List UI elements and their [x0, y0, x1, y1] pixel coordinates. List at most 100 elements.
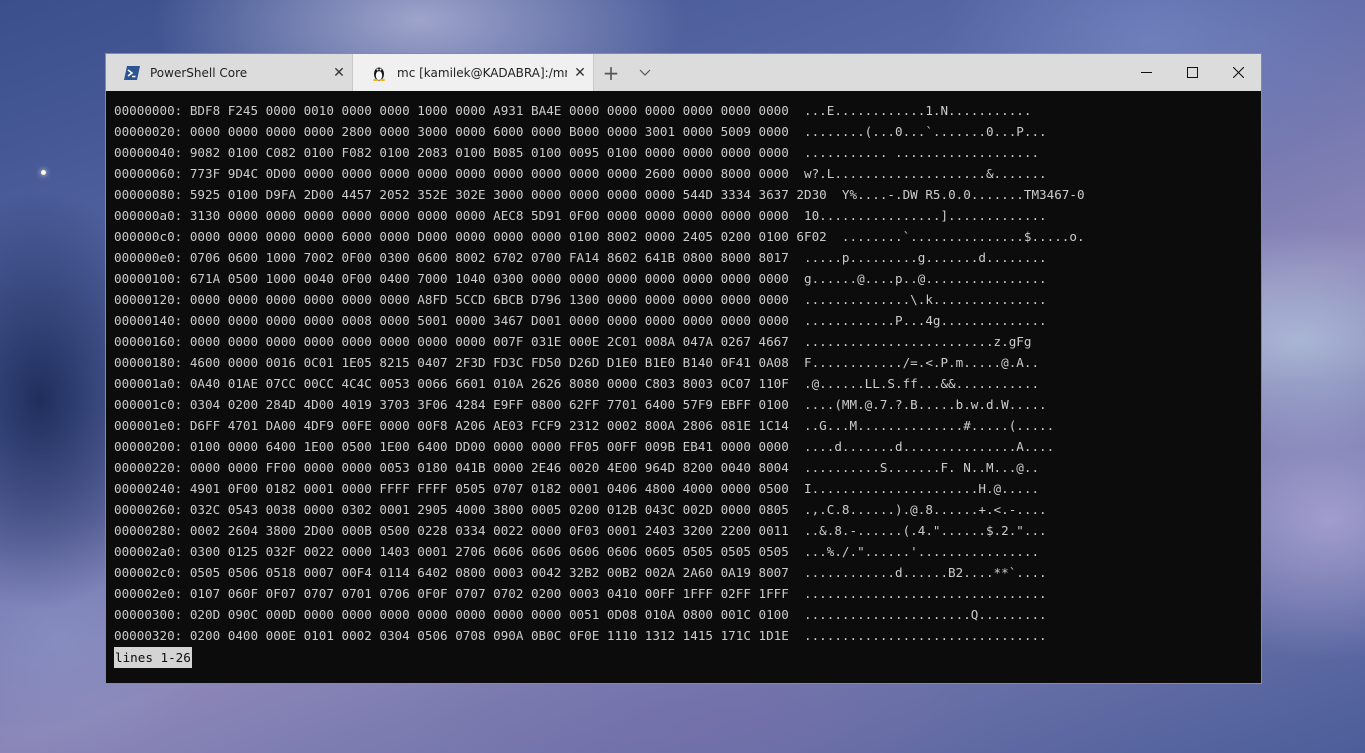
hex-offset: 00000000: [114, 103, 183, 118]
hexdump-line: 00000100: 671A 0500 1000 0040 0F00 0400 … [114, 268, 1257, 289]
hex-bytes: 0706 0600 1000 7002 0F00 0300 0600 8002 … [189, 250, 789, 265]
hex-offset: 00000180: [114, 355, 183, 370]
hex-bytes: 0000 0000 0000 0000 0008 0000 5001 0000 … [189, 313, 789, 328]
hex-ascii: g......@....p..@................ [804, 271, 1047, 286]
hexdump-line: 00000160: 0000 0000 0000 0000 0000 0000 … [114, 331, 1257, 352]
hexdump-line: 00000000: BDF8 F245 0000 0010 0000 0000 … [114, 100, 1257, 121]
hex-bytes: 0000 0000 0000 0000 6000 0000 D000 0000 … [189, 229, 827, 244]
hexdump-line: 000001a0: 0A40 01AE 07CC 00CC 4C4C 0053 … [114, 373, 1257, 394]
hex-ascii: .........................z.gFg [804, 334, 1032, 349]
hexdump-line: 00000200: 0100 0000 6400 1E00 0500 1E00 … [114, 436, 1257, 457]
hex-offset: 000002a0: [114, 544, 183, 559]
hex-ascii: ...E............1.N........... [804, 103, 1032, 118]
hexdump-line: 00000180: 4600 0000 0016 0C01 1E05 8215 … [114, 352, 1257, 373]
hex-ascii: Y%....-.DW R5.0.0.......TM3467-0 [841, 187, 1085, 202]
star-decoration [41, 170, 46, 175]
hex-ascii: ............P...4g.............. [804, 313, 1047, 328]
hex-ascii: ....d.......d...............A.... [804, 439, 1055, 454]
hex-offset: 00000040: [114, 145, 183, 160]
hexdump-line: 00000140: 0000 0000 0000 0000 0008 0000 … [114, 310, 1257, 331]
hex-ascii: ..G...M..............#.....(..... [804, 418, 1055, 433]
hexdump-line: 00000220: 0000 0000 FF00 0000 0000 0053 … [114, 457, 1257, 478]
hex-offset: 00000320: [114, 628, 183, 643]
hex-offset: 00000160: [114, 334, 183, 349]
minimize-icon[interactable] [1123, 54, 1169, 91]
hex-ascii: I......................H.@..... [804, 481, 1040, 496]
hexdump-line: 00000120: 0000 0000 0000 0000 0000 0000 … [114, 289, 1257, 310]
hex-offset: 00000100: [114, 271, 183, 286]
hex-bytes: 0304 0200 284D 4D00 4019 3703 3F06 4284 … [189, 397, 789, 412]
hexdump-line: 000001c0: 0304 0200 284D 4D00 4019 3703 … [114, 394, 1257, 415]
hex-bytes: 5925 0100 D9FA 2D00 4457 2052 352E 302E … [189, 187, 827, 202]
hex-offset: 00000300: [114, 607, 183, 622]
tab-label: mc [kamilek@KADABRA]:/mnt/c [397, 65, 567, 80]
hex-offset: 00000240: [114, 481, 183, 496]
powershell-icon [124, 65, 140, 81]
hex-bytes: 0A40 01AE 07CC 00CC 4C4C 0053 0066 6601 … [189, 376, 789, 391]
hexdump-line: 000001e0: D6FF 4701 DA00 4DF9 00FE 0000 … [114, 415, 1257, 436]
maximize-icon[interactable] [1169, 54, 1215, 91]
close-tab-icon[interactable]: ✕ [326, 65, 352, 81]
new-tab-button[interactable]: + [594, 54, 628, 91]
hex-bytes: 0000 0000 0000 0000 0000 0000 A8FD 5CCD … [189, 292, 789, 307]
hex-offset: 000001a0: [114, 376, 183, 391]
hex-ascii: ..........S.......F. N..M...@.. [804, 460, 1040, 475]
titlebar: PowerShell Core ✕ mc [kamilek@KADABRA]:/… [106, 54, 1261, 91]
hex-bytes: BDF8 F245 0000 0010 0000 0000 1000 0000 … [189, 103, 789, 118]
hexdump-line: 00000300: 020D 090C 000D 0000 0000 0000 … [114, 604, 1257, 625]
hex-offset: 00000260: [114, 502, 183, 517]
hex-offset: 000002e0: [114, 586, 183, 601]
hex-offset: 00000200: [114, 439, 183, 454]
hex-ascii: ....(MM.@.7.?.B.....b.w.d.W..... [804, 397, 1047, 412]
hexdump-line: 00000020: 0000 0000 0000 0000 2800 0000 … [114, 121, 1257, 142]
hex-bytes: 0000 0000 0000 0000 0000 0000 0000 0000 … [189, 334, 789, 349]
hex-bytes: 3130 0000 0000 0000 0000 0000 0000 0000 … [189, 208, 789, 223]
close-icon[interactable] [1215, 54, 1261, 91]
hex-ascii: ..&.8.-......(.4."......$.2."... [804, 523, 1047, 538]
hex-offset: 00000120: [114, 292, 183, 307]
hex-bytes: 0100 0000 6400 1E00 0500 1E00 6400 DD00 … [189, 439, 789, 454]
hexdump-line: 000000c0: 0000 0000 0000 0000 6000 0000 … [114, 226, 1257, 247]
hex-ascii: w?.L....................&....... [804, 166, 1047, 181]
hex-bytes: 0300 0125 032F 0022 0000 1403 0001 2706 … [189, 544, 789, 559]
terminal-output[interactable]: 00000000: BDF8 F245 0000 0010 0000 0000 … [114, 100, 1257, 683]
hexdump-line: 00000040: 9082 0100 C082 0100 F082 0100 … [114, 142, 1257, 163]
tab-powershell[interactable]: PowerShell Core ✕ [106, 54, 352, 91]
hex-offset: 00000060: [114, 166, 183, 181]
hexdump-line: 000002c0: 0505 0506 0518 0007 00F4 0114 … [114, 562, 1257, 583]
hex-ascii: 10................]............. [804, 208, 1047, 223]
tab-mc[interactable]: mc [kamilek@KADABRA]:/mnt/c ✕ [352, 54, 594, 91]
tab-label: PowerShell Core [150, 65, 248, 80]
close-tab-icon[interactable]: ✕ [567, 65, 593, 81]
hexdump-line: 00000280: 0002 2604 3800 2D00 000B 0500 … [114, 520, 1257, 541]
hex-ascii: ..............\.k............... [804, 292, 1047, 307]
hex-offset: 000000a0: [114, 208, 183, 223]
hex-bytes: 032C 0543 0038 0000 0302 0001 2905 4000 … [189, 502, 789, 517]
pager-status: lines 1-26 [114, 647, 192, 668]
hex-offset: 000000e0: [114, 250, 183, 265]
hex-bytes: 671A 0500 1000 0040 0F00 0400 7000 1040 … [189, 271, 789, 286]
hex-bytes: 9082 0100 C082 0100 F082 0100 2083 0100 … [189, 145, 789, 160]
hex-offset: 000002c0: [114, 565, 183, 580]
hex-ascii: .,.C.8......).@.8......+.<.-.... [804, 502, 1047, 517]
hex-bytes: 0200 0400 000E 0101 0002 0304 0506 0708 … [189, 628, 789, 643]
hex-ascii: ........(...0...`.......0...P... [804, 124, 1047, 139]
hex-offset: 000000c0: [114, 229, 183, 244]
hexdump-line: 000000a0: 3130 0000 0000 0000 0000 0000 … [114, 205, 1257, 226]
hex-bytes: 4600 0000 0016 0C01 1E05 8215 0407 2F3D … [189, 355, 789, 370]
hex-bytes: 020D 090C 000D 0000 0000 0000 0000 0000 … [189, 607, 789, 622]
hex-bytes: 0505 0506 0518 0007 00F4 0114 6402 0800 … [189, 565, 789, 580]
titlebar-drag-area[interactable] [662, 54, 1123, 91]
chevron-down-icon[interactable] [628, 54, 662, 91]
hex-offset: 00000080: [114, 187, 183, 202]
hexdump-line: 000002e0: 0107 060F 0F07 0707 0701 0706 … [114, 583, 1257, 604]
hex-offset: 00000020: [114, 124, 183, 139]
terminal-window: PowerShell Core ✕ mc [kamilek@KADABRA]:/… [105, 53, 1262, 684]
hexdump-line: 000002a0: 0300 0125 032F 0022 0000 1403 … [114, 541, 1257, 562]
hex-ascii: ........... ................... [804, 145, 1040, 160]
hex-ascii: ................................ [804, 586, 1047, 601]
hex-bytes: 0002 2604 3800 2D00 000B 0500 0228 0334 … [189, 523, 789, 538]
hex-bytes: 0000 0000 0000 0000 2800 0000 3000 0000 … [189, 124, 789, 139]
hexdump-line: 00000260: 032C 0543 0038 0000 0302 0001 … [114, 499, 1257, 520]
hexdump-line: 00000320: 0200 0400 000E 0101 0002 0304 … [114, 625, 1257, 646]
